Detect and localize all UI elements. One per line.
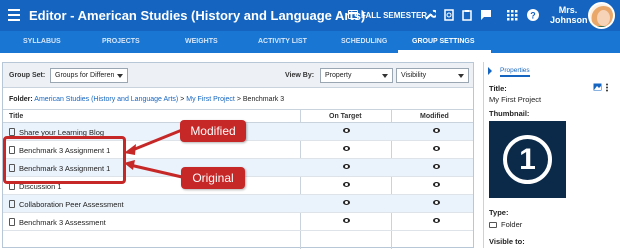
- view-by-select[interactable]: Property: [320, 68, 393, 83]
- semester-selector[interactable]: FALL SEMESTER: [348, 10, 427, 20]
- title-label: Title:: [489, 84, 507, 93]
- folder-icon: [489, 222, 497, 228]
- visibility-value: Visibility: [401, 72, 427, 79]
- row-title-text: Benchmark 3 Assessment: [19, 218, 106, 227]
- eye-icon[interactable]: [433, 146, 440, 151]
- wrench-icon[interactable]: [424, 9, 436, 21]
- dropdown-caret-icon: [117, 74, 123, 78]
- eye-icon[interactable]: [343, 164, 350, 169]
- tab-weights[interactable]: WEIGHTS: [185, 38, 218, 45]
- eye-icon[interactable]: [343, 146, 350, 151]
- view-by-label: View By:: [285, 72, 315, 79]
- column-modified: Modified: [420, 113, 449, 120]
- semester-label: FALL SEMESTER: [361, 11, 428, 20]
- dropdown-caret-icon: [382, 74, 388, 78]
- svg-text:?: ?: [530, 11, 536, 21]
- eye-icon[interactable]: [433, 128, 440, 133]
- blog-icon: [9, 128, 15, 136]
- user-name[interactable]: Mrs. Johnson: [550, 5, 588, 25]
- type-value: Folder: [501, 220, 523, 229]
- column-title: Title: [9, 113, 24, 120]
- eye-icon[interactable]: [433, 200, 440, 205]
- folder-label: Folder:: [9, 96, 33, 103]
- modified-callout: Modified: [180, 120, 246, 142]
- collapse-panel-icon[interactable]: [488, 67, 492, 75]
- breadcrumb-separator: >: [236, 96, 241, 103]
- eye-icon[interactable]: [433, 164, 440, 169]
- help-icon[interactable]: ?: [527, 9, 539, 21]
- thumbnail-image[interactable]: 1: [489, 121, 566, 198]
- properties-panel: Properties Title: My First Project Thumb…: [483, 62, 618, 248]
- table-row[interactable]: Collaboration Peer Assessment: [3, 195, 473, 213]
- thumbnail-number: 1: [503, 135, 552, 184]
- section-tabs: SYLLABUS PROJECTS WEIGHTS ACTIVITY LIST …: [0, 31, 620, 53]
- breadcrumb-current: Benchmark 3: [242, 96, 285, 103]
- tab-syllabus[interactable]: SYLLABUS: [23, 38, 61, 45]
- row-title: Benchmark 3 Assessment: [9, 218, 106, 227]
- title-value: My First Project: [489, 95, 542, 104]
- eye-icon[interactable]: [343, 218, 350, 223]
- eye-icon[interactable]: [343, 128, 350, 133]
- highlight-box: [3, 136, 126, 184]
- eye-icon[interactable]: [343, 200, 350, 205]
- clipboard-icon[interactable]: [461, 9, 473, 21]
- assessment-icon: [9, 200, 15, 208]
- apps-grid-icon[interactable]: [506, 9, 518, 21]
- column-on-target: On Target: [329, 113, 362, 120]
- more-options-icon[interactable]: [605, 83, 609, 92]
- tab-properties[interactable]: Properties: [500, 67, 530, 77]
- tab-projects[interactable]: PROJECTS: [102, 38, 140, 45]
- group-set-value: Groups for Differen: [55, 72, 115, 79]
- assessment-icon: [9, 218, 15, 226]
- row-title: Collaboration Peer Assessment: [9, 200, 124, 209]
- original-callout: Original: [181, 167, 245, 189]
- document-search-icon[interactable]: [443, 9, 455, 21]
- calendar-icon: [348, 10, 358, 19]
- type-label: Type:: [489, 208, 509, 217]
- tab-activity-list[interactable]: ACTIVITY LIST: [258, 38, 307, 45]
- breadcrumb-separator: >: [180, 96, 185, 103]
- table-row[interactable]: Benchmark 3 Assessment: [3, 213, 473, 231]
- thumbnail-label: Thumbnail:: [489, 109, 530, 118]
- breadcrumb-course-link[interactable]: American Studies (History and Language A…: [34, 96, 178, 103]
- app-title: Editor - American Studies (History and L…: [29, 8, 366, 23]
- row-title-text: Collaboration Peer Assessment: [19, 200, 124, 209]
- eye-icon[interactable]: [343, 182, 350, 187]
- active-tab-indicator: [398, 50, 491, 53]
- tab-scheduling[interactable]: SCHEDULING: [341, 38, 387, 45]
- avatar-portrait-icon: [591, 6, 613, 27]
- eye-icon[interactable]: [433, 218, 440, 223]
- image-icon[interactable]: [593, 83, 602, 91]
- breadcrumb-project-link[interactable]: My First Project: [186, 96, 235, 103]
- group-set-select[interactable]: Groups for Differen: [50, 68, 128, 83]
- type-value-row: Folder: [489, 220, 522, 229]
- hamburger-menu-icon[interactable]: [8, 9, 20, 21]
- message-icon[interactable]: [480, 9, 492, 21]
- user-avatar[interactable]: [588, 2, 615, 29]
- filter-bar: Group Set: Groups for Differen View By: …: [3, 63, 473, 88]
- app-header: Editor - American Studies (History and L…: [0, 0, 620, 31]
- visibility-select[interactable]: Visibility: [396, 68, 469, 83]
- visible-to-label: Visible to:: [489, 237, 525, 246]
- view-by-value: Property: [325, 72, 352, 79]
- eye-icon[interactable]: [433, 182, 440, 187]
- dropdown-caret-icon: [458, 74, 464, 78]
- breadcrumb: Folder: American Studies (History and La…: [9, 96, 284, 103]
- tab-group-settings[interactable]: GROUP SETTINGS: [412, 38, 475, 45]
- group-set-label: Group Set:: [9, 72, 46, 79]
